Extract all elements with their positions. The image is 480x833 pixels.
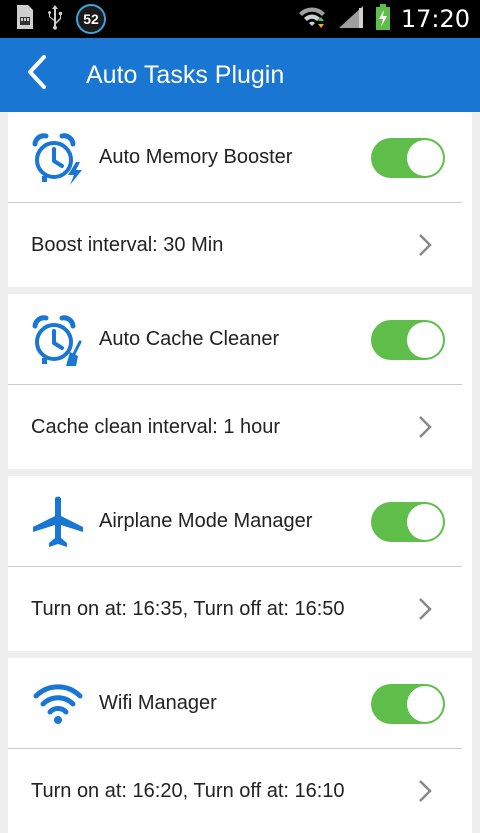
task-title: Auto Memory Booster — [99, 146, 293, 168]
status-bar-left: 52 — [14, 4, 106, 34]
wifi-schedule-setting[interactable]: Turn on at: 16:20, Turn off at: 16:10 — [8, 749, 472, 833]
cache-clean-interval-setting[interactable]: Cache clean interval: 1 hour — [8, 385, 472, 469]
signal-icon — [337, 4, 365, 35]
status-bar: 52 17:20 — [0, 0, 480, 38]
task-header: Auto Cache Cleaner — [8, 294, 472, 385]
wifi-manager-toggle[interactable] — [371, 684, 445, 724]
sd-card-icon — [14, 4, 34, 35]
task-header: Airplane Mode Manager — [8, 476, 472, 567]
setting-label: Boost interval: 30 Min — [31, 234, 224, 256]
task-title: Airplane Mode Manager — [99, 510, 313, 532]
setting-label: Cache clean interval: 1 hour — [31, 416, 281, 438]
chevron-right-icon — [418, 415, 432, 439]
task-card-auto-cache-cleaner: Auto Cache Cleaner Cache clean interval:… — [8, 294, 472, 469]
airplane-schedule-setting[interactable]: Turn on at: 16:35, Turn off at: 16:50 — [8, 567, 472, 651]
battery-charging-icon — [375, 3, 391, 36]
chevron-right-icon — [418, 233, 432, 257]
task-card-wifi-manager: Wifi Manager Turn on at: 16:20, Turn off… — [8, 658, 472, 833]
auto-memory-booster-toggle[interactable] — [371, 138, 445, 178]
status-bar-right: 17:20 — [297, 0, 470, 38]
task-card-auto-memory-booster: Auto Memory Booster Boost interval: 30 M… — [8, 112, 472, 287]
wifi-icon — [30, 676, 86, 732]
back-button[interactable] — [14, 51, 60, 97]
alarm-clock-bolt-icon — [30, 130, 86, 186]
wifi-icon — [297, 4, 327, 35]
back-arrow-icon — [25, 54, 49, 95]
boost-interval-setting[interactable]: Boost interval: 30 Min — [8, 203, 472, 287]
setting-label: Turn on at: 16:20, Turn off at: 16:10 — [31, 780, 345, 802]
auto-cache-cleaner-toggle[interactable] — [371, 320, 445, 360]
task-title: Auto Cache Cleaner — [99, 328, 280, 350]
task-header: Wifi Manager — [8, 658, 472, 749]
chevron-right-icon — [418, 779, 432, 803]
airplane-icon — [30, 494, 86, 550]
notification-badge: 52 — [76, 4, 106, 34]
task-card-airplane-mode-manager: Airplane Mode Manager Turn on at: 16:35,… — [8, 476, 472, 651]
alarm-clock-broom-icon — [30, 312, 86, 368]
task-title: Wifi Manager — [99, 692, 217, 714]
app-bar: Auto Tasks Plugin — [0, 38, 480, 112]
airplane-mode-manager-toggle[interactable] — [371, 502, 445, 542]
page-title: Auto Tasks Plugin — [86, 61, 285, 89]
chevron-right-icon — [418, 597, 432, 621]
task-header: Auto Memory Booster — [8, 112, 472, 203]
clock: 17:20 — [400, 5, 470, 33]
setting-label: Turn on at: 16:35, Turn off at: 16:50 — [31, 598, 345, 620]
usb-icon — [46, 4, 64, 35]
